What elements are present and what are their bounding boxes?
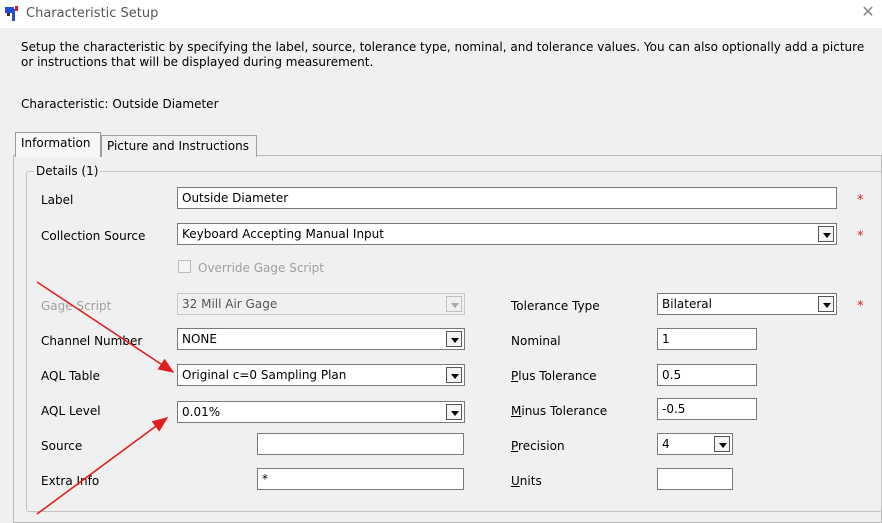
chevron-down-icon[interactable] [446, 367, 462, 383]
accelerator-key: P [511, 439, 519, 453]
channel-number-select[interactable]: NONE [177, 328, 465, 350]
chevron-down-icon[interactable] [714, 436, 730, 452]
chevron-down-icon[interactable] [446, 331, 462, 347]
aql-level-select[interactable]: 0.01% [177, 401, 465, 423]
required-marker: * [857, 299, 864, 314]
required-marker: * [857, 193, 864, 208]
source-label: Source [41, 439, 83, 453]
minus-tolerance-input[interactable]: -0.5 [657, 398, 757, 420]
override-gage-script-label: Override Gage Script [198, 261, 325, 275]
tolerance-type-label: Tolerance Type [511, 299, 600, 313]
title-bar: Characteristic Setup ✕ [0, 0, 882, 28]
label-field-label: Label [41, 193, 74, 207]
tolerance-type-value: Bilateral [662, 297, 712, 311]
aql-table-label: AQL Table [41, 369, 100, 383]
collection-source-select[interactable]: Keyboard Accepting Manual Input [177, 223, 837, 245]
chevron-down-icon[interactable] [446, 296, 462, 312]
nominal-label: Nominal [511, 334, 561, 348]
units-label: Units [511, 474, 542, 488]
tab-information[interactable]: Information [15, 132, 101, 157]
chevron-down-icon[interactable] [446, 404, 462, 420]
label-text: inus Tolerance [521, 404, 608, 418]
label-text: lus Tolerance [518, 369, 597, 383]
gage-script-select[interactable]: 32 Mill Air Gage [177, 293, 465, 315]
collection-source-label: Collection Source [41, 229, 146, 243]
label-text: recision [518, 439, 565, 453]
required-marker: * [857, 229, 864, 244]
accelerator-key: M [511, 404, 522, 418]
minus-tolerance-label: Minus Tolerance [511, 404, 607, 418]
precision-label: Precision [511, 439, 565, 453]
label-input[interactable]: Outside Diameter [177, 187, 837, 209]
characteristic-name: Characteristic: Outside Diameter [21, 97, 219, 111]
units-input[interactable] [657, 468, 733, 490]
aql-table-value: Original c=0 Sampling Plan [182, 368, 347, 382]
extra-info-label: Extra Info [41, 474, 100, 488]
tolerance-type-select[interactable]: Bilateral [657, 293, 837, 315]
source-input[interactable] [257, 433, 464, 455]
precision-value: 4 [662, 437, 670, 451]
gage-script-label: Gage Script [41, 299, 112, 313]
channel-number-label: Channel Number [41, 334, 143, 348]
accelerator-key: U [511, 474, 520, 488]
app-icon [5, 6, 18, 21]
chevron-down-icon[interactable] [818, 226, 834, 242]
nominal-input[interactable]: 1 [657, 328, 757, 350]
plus-tolerance-label: Plus Tolerance [511, 369, 596, 383]
tab-picture-and-instructions[interactable]: Picture and Instructions [101, 135, 257, 157]
details-group-label: Details (1) [34, 164, 101, 178]
description-text: Setup the characteristic by specifying t… [21, 40, 865, 69]
chevron-down-icon[interactable] [818, 296, 834, 312]
plus-tolerance-input[interactable]: 0.5 [657, 364, 757, 386]
close-button[interactable]: ✕ [860, 4, 876, 20]
aql-level-label: AQL Level [41, 404, 101, 418]
aql-level-value: 0.01% [182, 405, 221, 419]
extra-info-input[interactable]: * [257, 468, 464, 490]
collection-source-value: Keyboard Accepting Manual Input [182, 227, 384, 241]
gage-script-value: 32 Mill Air Gage [182, 297, 278, 311]
aql-table-select[interactable]: Original c=0 Sampling Plan [177, 364, 465, 386]
label-text: nits [519, 474, 542, 488]
override-gage-script-checkbox[interactable] [178, 260, 191, 273]
precision-select[interactable]: 4 [657, 433, 733, 455]
channel-number-value: NONE [182, 332, 217, 346]
window-title: Characteristic Setup [26, 6, 159, 21]
